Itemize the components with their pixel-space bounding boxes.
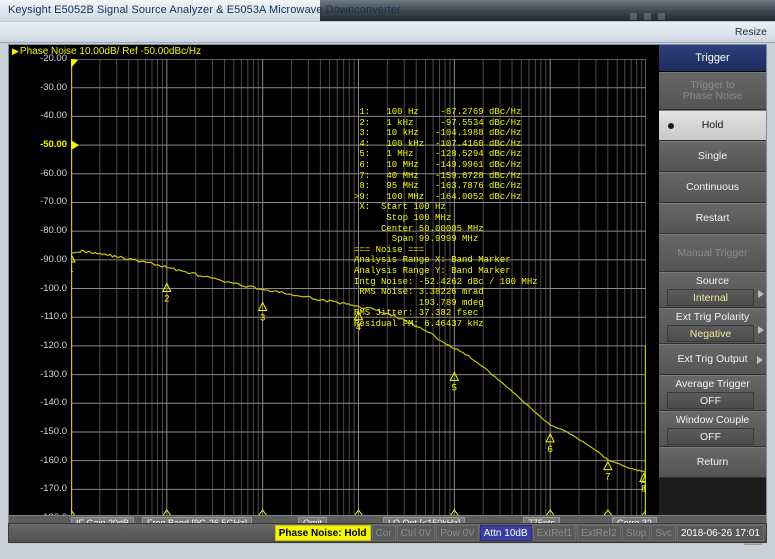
softkey-label: Single — [697, 150, 728, 162]
sub-toolbar: Resize — [0, 22, 775, 43]
status-cell-cor[interactable]: Cor — [371, 525, 396, 541]
y-axis-tick-label: -120.0 — [40, 339, 67, 351]
softkey-trigger-to-phase-noise: Trigger to Phase Noise — [659, 72, 766, 110]
y-axis-tick-label: -150.0 — [40, 425, 67, 437]
svg-text:1: 1 — [71, 264, 74, 275]
status-cell-attn-10db[interactable]: Attn 10dB — [479, 525, 532, 541]
softkey-label: Manual Trigger — [677, 246, 748, 259]
y-axis-tick-label: -50.00 — [40, 139, 67, 151]
status-cell-phase-noise-hold[interactable]: Phase Noise: Hold — [274, 525, 371, 541]
y-axis-tick-label: -100.0 — [40, 282, 67, 294]
softkey-value[interactable]: Internal — [667, 289, 754, 306]
svg-text:3: 3 — [260, 313, 265, 324]
softkey-ext-trig-polarity[interactable]: Ext Trig Polarity Negative — [659, 308, 766, 344]
window-controls[interactable] — [630, 7, 680, 20]
softkey-restart[interactable]: Restart — [659, 203, 766, 234]
svg-text:9: 9 — [643, 484, 646, 495]
svg-text:2: 2 — [164, 293, 169, 304]
softkey-value[interactable]: Negative — [667, 325, 754, 342]
status-cell-pow-0v[interactable]: Pow 0V — [436, 525, 479, 541]
softkey-label: Restart — [695, 212, 730, 224]
softkey-label: Average Trigger — [675, 378, 750, 390]
resize-button[interactable]: Resize — [735, 26, 767, 38]
softkey-return[interactable]: Return — [659, 447, 766, 478]
softkey-manual-trigger: Manual Trigger — [659, 234, 766, 272]
softkey-window-couple[interactable]: Window Couple OFF — [659, 411, 766, 447]
chevron-right-icon — [758, 326, 764, 334]
status-cell-svc[interactable]: Svc — [651, 525, 677, 541]
softkey-list: Trigger to Phase Noise Hold Single Continuou… — [659, 72, 766, 478]
y-axis-tick-label: -130.0 — [40, 368, 67, 380]
softkey-label: Hold — [701, 119, 724, 131]
svg-text:5: 5 — [452, 382, 457, 393]
chevron-right-icon — [757, 355, 763, 364]
y-axis-tick-label: -110.0 — [40, 311, 67, 323]
application-window: Keysight E5052B Signal Source Analyzer &… — [0, 0, 775, 559]
y-axis-tick-label: -30.00 — [40, 81, 67, 93]
y-axis-tick-label: -170.0 — [40, 483, 67, 495]
softkey-value[interactable]: OFF — [667, 428, 754, 445]
chevron-right-icon — [758, 290, 764, 298]
y-axis-tick-label: -20.00 — [40, 53, 67, 64]
softkey-label: Trigger to Phase Noise — [682, 79, 743, 102]
softkey-label: Source — [695, 275, 730, 287]
svg-text:6: 6 — [548, 444, 553, 455]
y-axis-tick-label: -160.0 — [40, 454, 67, 466]
radio-selected-icon — [668, 122, 674, 129]
y-axis-tick-label: -140.0 — [40, 397, 67, 409]
softkey-continuous[interactable]: Continuous — [659, 172, 766, 203]
title-bar: Keysight E5052B Signal Source Analyzer &… — [0, 0, 775, 23]
status-cell-ctrl-0v[interactable]: Ctrl 0V — [396, 525, 436, 541]
bottom-status-bar: Phase Noise: Hold Cor Ctrl 0V Pow 0V Attn 10… — [8, 523, 767, 543]
y-axis-tick-label: -40.00 — [40, 110, 67, 122]
softkey-label: Ext Trig Polarity — [675, 311, 750, 323]
softkey-label: Return — [696, 456, 729, 468]
y-axis-tick-label: -80.00 — [40, 225, 67, 237]
y-axis-tick-label: -70.00 — [40, 196, 67, 208]
softkey-label: Continuous — [685, 181, 740, 193]
softkey-label: Window Couple — [675, 414, 750, 426]
softkey-average-trigger[interactable]: Average Trigger OFF — [659, 375, 766, 411]
bottom-status-cells: Phase Noise: Hold Cor Ctrl 0V Pow 0V Attn 10… — [274, 525, 764, 541]
status-cell-2018-06-26-17-01[interactable]: 2018-06-26 17:01 — [677, 525, 764, 541]
status-cell-stop[interactable]: Stop — [621, 525, 651, 541]
softkey-value[interactable]: OFF — [667, 392, 754, 409]
y-axis: -20.00 -30.00 -40.00 -50.00 -60.00 -70.00 -80.… — [9, 54, 67, 523]
phase-noise-pane[interactable]: ▶Phase Noise 10.00dB/ Ref -50.00dBc/Hz C… — [9, 45, 657, 529]
window-title: Keysight E5052B Signal Source Analyzer &… — [8, 4, 401, 16]
softkey-single[interactable]: Single — [659, 141, 766, 172]
y-axis-tick-label: -90.00 — [40, 253, 67, 265]
softkey-hold[interactable]: Hold — [659, 110, 766, 141]
status-cell-extref1[interactable]: ExtRef1 — [532, 525, 577, 541]
marker-readout-table: 1: 100 Hz -87.2769 dBc/Hz 2: 1 kHz -97.5… — [354, 107, 538, 329]
y-axis-tick-label: -60.00 — [40, 167, 67, 179]
instrument-screen: ▶Phase Noise 10.00dB/ Ref -50.00dBc/Hz C… — [8, 44, 767, 545]
softkey-label: Ext Trig Output — [677, 353, 748, 365]
svg-text:7: 7 — [605, 472, 610, 483]
softkey-menu-title: Trigger — [659, 45, 766, 72]
softkey-ext-trig-output[interactable]: Ext Trig Output — [659, 344, 766, 375]
softkey-sidebar: Trigger Trigger to Phase Noise Hold Single C… — [659, 45, 766, 515]
softkey-source[interactable]: Source Internal — [659, 272, 766, 308]
status-cell-extref2[interactable]: ExtRef2 — [577, 525, 621, 541]
